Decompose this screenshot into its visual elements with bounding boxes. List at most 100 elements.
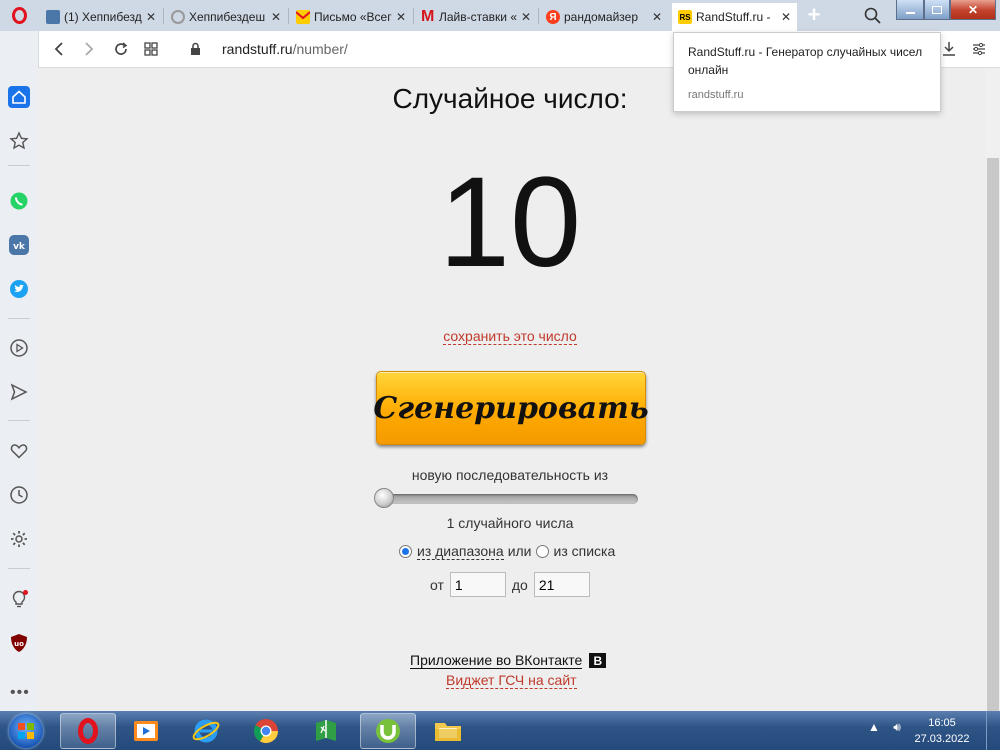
clock-icon bbox=[10, 486, 28, 504]
chrome-icon bbox=[253, 719, 278, 744]
tab-title: рандомайзер bbox=[564, 10, 638, 24]
system-tray: ▲ 🔊︎ bbox=[868, 720, 901, 735]
sidebar-divider bbox=[8, 420, 30, 421]
vk-badge-icon[interactable]: В bbox=[589, 653, 607, 668]
taskbar-ie-button[interactable] bbox=[178, 713, 234, 749]
list-option-label[interactable]: из списка bbox=[554, 543, 616, 559]
sidebar-tips-button[interactable] bbox=[6, 586, 32, 612]
tab-4[interactable]: M Лайв-ставки « ✕ bbox=[415, 3, 537, 31]
list-radio[interactable] bbox=[535, 544, 549, 558]
taskbar-utorrent-button[interactable] bbox=[360, 713, 416, 749]
lock-icon[interactable] bbox=[186, 39, 204, 59]
random-number: 10 bbox=[438, 151, 582, 294]
taskbar-opera-button[interactable] bbox=[60, 713, 116, 749]
range-inputs: от до bbox=[430, 571, 596, 598]
forward-button[interactable] bbox=[78, 39, 100, 59]
opera-menu-button[interactable] bbox=[0, 0, 38, 31]
close-icon[interactable]: ✕ bbox=[144, 10, 158, 24]
start-button[interactable] bbox=[2, 712, 50, 750]
windows-logo-icon bbox=[9, 714, 43, 748]
close-icon[interactable]: ✕ bbox=[779, 10, 793, 24]
taskbar-chrome-button[interactable] bbox=[238, 713, 294, 749]
count-slider-handle[interactable] bbox=[374, 488, 394, 508]
heart-icon bbox=[10, 444, 28, 459]
whatsapp-icon bbox=[10, 192, 28, 210]
more-icon[interactable]: ••• bbox=[10, 684, 30, 702]
tab-2[interactable]: Хеппибездеш ✕ bbox=[165, 3, 287, 31]
tab-tooltip: RandStuff.ru - Генератор случайных чисел… bbox=[673, 32, 941, 112]
maximize-button[interactable] bbox=[924, 0, 950, 20]
back-button[interactable] bbox=[48, 39, 70, 59]
tab-search-icon[interactable] bbox=[862, 5, 884, 27]
from-input[interactable] bbox=[449, 572, 506, 597]
save-number-link[interactable]: сохранить это число bbox=[400, 328, 620, 345]
close-window-button[interactable]: ✕ bbox=[950, 0, 996, 20]
sidebar-whatsapp-button[interactable] bbox=[6, 188, 32, 214]
sidebar-favorites-button[interactable] bbox=[6, 438, 32, 464]
reload-icon bbox=[115, 42, 128, 55]
clock[interactable]: 16:05 27.03.2022 bbox=[912, 715, 972, 747]
new-tab-button[interactable]: + bbox=[802, 4, 826, 28]
media-player-icon bbox=[134, 721, 158, 741]
vk-icon: vk bbox=[9, 235, 29, 255]
minimize-button[interactable] bbox=[896, 0, 924, 20]
easy-setup-button[interactable] bbox=[968, 39, 990, 59]
mode-or-label: или bbox=[507, 543, 532, 559]
taskbar-book-app-button[interactable] bbox=[298, 713, 354, 749]
tooltip-url: randstuff.ru bbox=[688, 89, 744, 101]
widget-link[interactable]: Виджет ГСЧ на сайт bbox=[446, 672, 577, 689]
tab-6-active[interactable]: RS RandStuff.ru - ✕ bbox=[672, 3, 797, 31]
download-button[interactable] bbox=[938, 39, 960, 59]
internet-explorer-icon bbox=[192, 719, 220, 743]
sidebar-history-button[interactable] bbox=[6, 482, 32, 508]
tab-title: Лайв-ставки « bbox=[439, 10, 517, 24]
url-field[interactable]: randstuff.ru/number/ bbox=[222, 41, 348, 57]
vk-app-link[interactable]: Приложение во ВКонтакте bbox=[410, 652, 583, 669]
close-icon[interactable]: ✕ bbox=[650, 10, 664, 24]
opera-logo-icon bbox=[11, 7, 27, 24]
volume-icon[interactable]: 🔊︎ bbox=[893, 720, 901, 734]
show-hidden-icons-button[interactable]: ▲ bbox=[868, 720, 880, 734]
to-input[interactable] bbox=[533, 572, 590, 597]
tab-5[interactable]: Я рандомайзер ✕ bbox=[540, 3, 668, 31]
lightbulb-icon bbox=[12, 590, 28, 608]
speed-dial-button[interactable] bbox=[140, 39, 162, 59]
tab-3[interactable]: Письмо «Всег ✕ bbox=[290, 3, 412, 31]
generate-button[interactable]: Сгенерировать bbox=[373, 371, 649, 445]
tab-1[interactable]: (1) Хеппибезд ✕ bbox=[40, 3, 162, 31]
count-slider-track[interactable] bbox=[376, 494, 638, 504]
taskbar-explorer-button[interactable] bbox=[420, 713, 476, 749]
clock-date: 27.03.2022 bbox=[914, 733, 970, 745]
taskbar-media-player-button[interactable] bbox=[118, 713, 174, 749]
scrollbar[interactable] bbox=[986, 68, 1000, 718]
scrollbar-thumb[interactable] bbox=[987, 158, 999, 718]
close-icon[interactable]: ✕ bbox=[269, 10, 283, 24]
reload-button[interactable] bbox=[110, 39, 132, 59]
tab-divider bbox=[413, 8, 414, 24]
close-icon[interactable]: ✕ bbox=[394, 10, 408, 24]
sidebar-bookmarks-button[interactable] bbox=[6, 128, 32, 154]
sidebar-settings-button[interactable] bbox=[6, 526, 32, 552]
range-option-label[interactable]: из диапазона bbox=[417, 543, 504, 560]
tab-title: Хеппибездеш bbox=[189, 10, 266, 24]
mail-envelope-icon bbox=[295, 10, 311, 24]
svg-text:vk: vk bbox=[13, 242, 26, 252]
sidebar-player-button[interactable] bbox=[6, 335, 32, 361]
vk-badge-icon bbox=[46, 10, 60, 24]
sidebar-flow-button[interactable] bbox=[6, 379, 32, 405]
sidebar-vk-button[interactable]: vk bbox=[6, 232, 32, 258]
loading-ring-icon bbox=[171, 10, 185, 24]
sidebar-twitter-button[interactable] bbox=[6, 276, 32, 302]
ublock-shield-icon: uo bbox=[11, 634, 27, 652]
close-icon[interactable]: ✕ bbox=[519, 10, 533, 24]
range-radio[interactable] bbox=[399, 544, 412, 558]
restore-icon bbox=[932, 5, 942, 14]
sidebar-ublock-button[interactable]: uo bbox=[6, 630, 32, 656]
back-arrow-icon bbox=[54, 42, 63, 56]
randstuff-icon: RS bbox=[678, 10, 692, 24]
tab-title: RandStuff.ru - bbox=[696, 10, 771, 24]
show-desktop-button[interactable] bbox=[986, 711, 1000, 750]
sidebar-home-button[interactable] bbox=[6, 84, 32, 110]
green-book-icon bbox=[316, 720, 336, 741]
folder-icon bbox=[435, 723, 461, 741]
